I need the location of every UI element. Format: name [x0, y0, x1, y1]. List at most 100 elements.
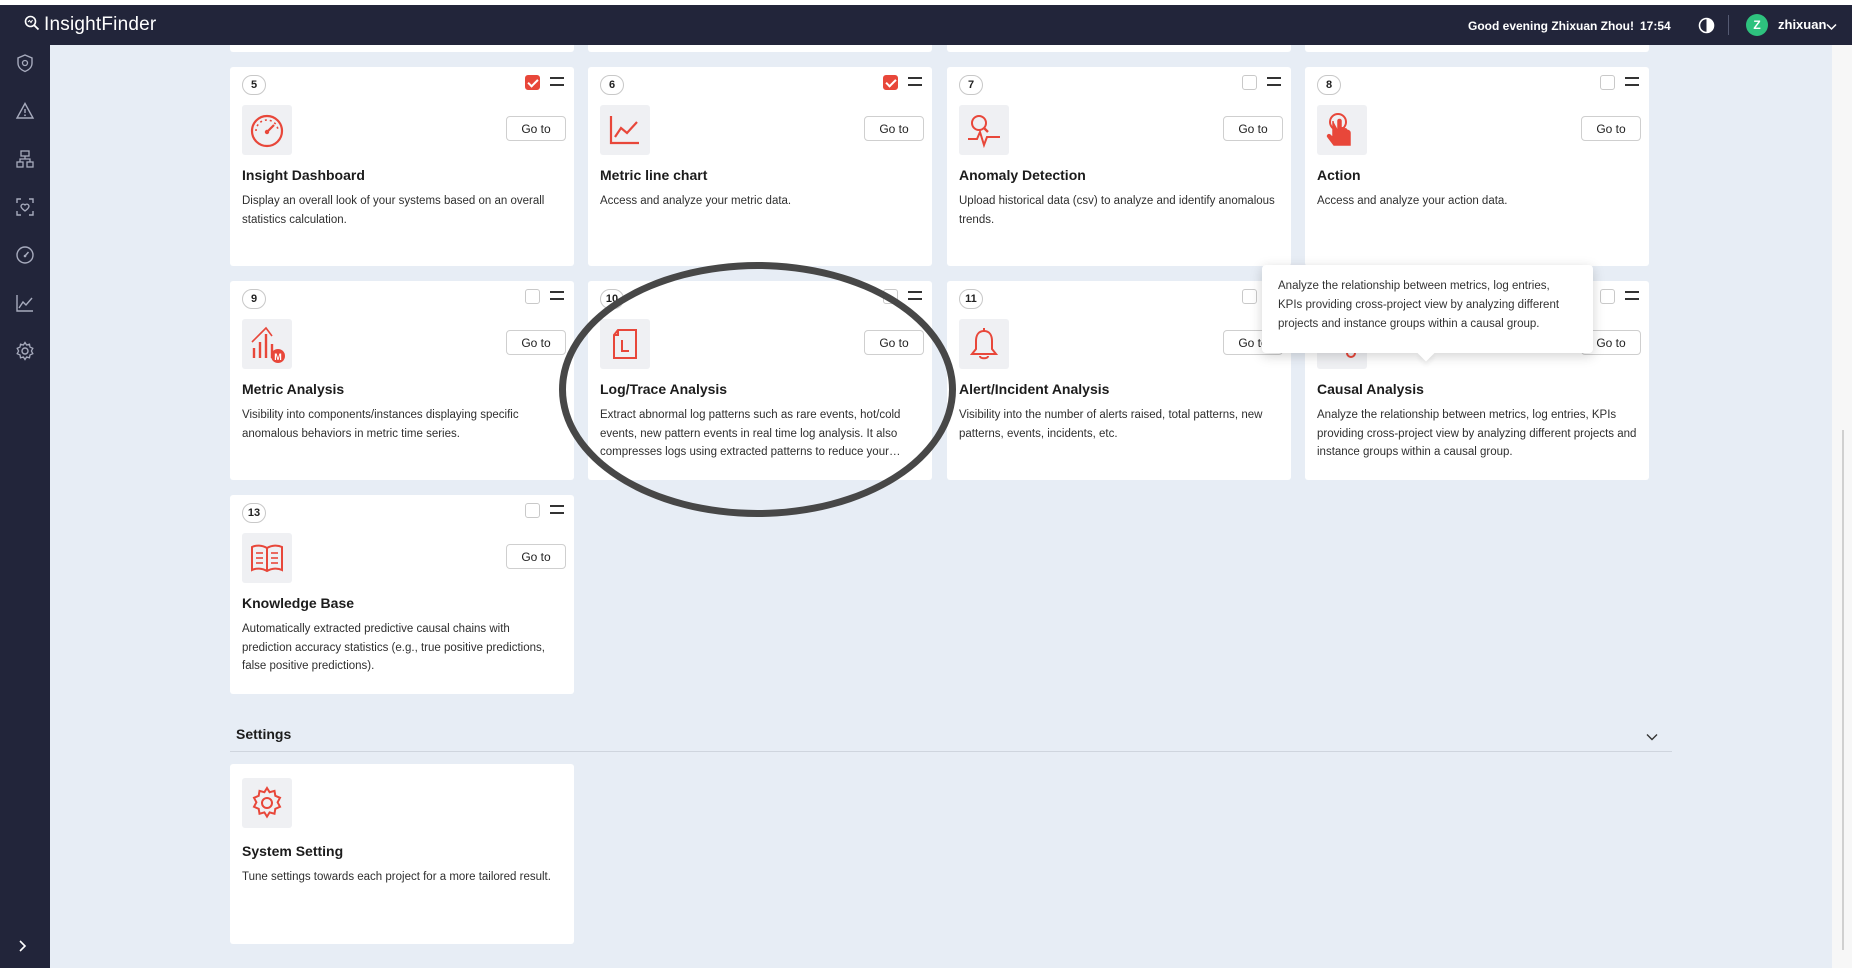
bell-icon: [959, 319, 1009, 369]
logo-search-icon: [24, 15, 40, 36]
gear-icon[interactable]: [15, 341, 35, 361]
card-partial: [230, 45, 574, 52]
warning-icon[interactable]: [15, 101, 35, 121]
card-description: Upload historical data (csv) to analyze …: [959, 195, 1275, 226]
speedometer-icon: [242, 105, 292, 155]
card-description: Analyze the relationship between metrics…: [1317, 409, 1637, 458]
card-system-setting[interactable]: System Setting Tune settings towards eac…: [230, 764, 574, 944]
chevron-down-icon[interactable]: [1646, 728, 1658, 746]
card-title: Metric Analysis: [242, 381, 345, 397]
tap-icon: [1317, 105, 1367, 155]
chevron-down-icon[interactable]: [1826, 18, 1837, 36]
card-title: Alert/Incident Analysis: [959, 381, 1110, 397]
settings-section-title: Settings: [236, 726, 292, 742]
drag-handle-icon[interactable]: [1625, 77, 1639, 86]
goto-button[interactable]: Go to: [1223, 116, 1283, 141]
card-partial: [947, 45, 1291, 52]
card-checkbox[interactable]: [883, 289, 898, 304]
card-log-trace-analysis: 10 Go to Log/Trace Analysis Extract abno…: [588, 281, 932, 480]
card-number: 6: [600, 75, 624, 95]
main-content: 5 Go to Insight Dashboard Display an ove…: [50, 45, 1832, 968]
card-description: Visibility into the number of alerts rai…: [959, 409, 1263, 440]
anomaly-search-icon: [959, 105, 1009, 155]
line-chart-icon: [600, 105, 650, 155]
card-title: Insight Dashboard: [242, 167, 365, 183]
card-checkbox[interactable]: [1242, 75, 1257, 90]
card-number: 13: [242, 503, 266, 523]
card-title: Action: [1317, 167, 1361, 183]
card-title: Metric line chart: [600, 167, 708, 183]
app-logo[interactable]: InsightFinder: [24, 14, 156, 36]
card-title: Causal Analysis: [1317, 381, 1424, 397]
chevron-right-icon[interactable]: [17, 939, 29, 958]
drag-handle-icon[interactable]: [908, 77, 922, 86]
card-description: Access and analyze your action data.: [1317, 195, 1508, 207]
drag-handle-icon[interactable]: [1267, 77, 1281, 86]
drag-handle-icon[interactable]: [550, 291, 564, 300]
line-chart-icon[interactable]: [15, 293, 35, 313]
drag-handle-icon[interactable]: [1625, 291, 1639, 300]
card-title: System Setting: [242, 843, 344, 859]
bar-chart-m-icon: M: [242, 319, 292, 369]
card-description: Visibility into components/instances dis…: [242, 409, 519, 440]
card-checkbox[interactable]: [525, 289, 540, 304]
svg-text:M: M: [274, 352, 282, 362]
user-avatar[interactable]: Z: [1746, 14, 1768, 36]
greeting-text: Good evening Zhixuan Zhou!: [1468, 19, 1634, 33]
card-description: Tune settings towards each project for a…: [242, 871, 551, 883]
card-partial: [588, 45, 932, 52]
card-title: Log/Trace Analysis: [600, 381, 728, 397]
goto-button[interactable]: Go to: [506, 116, 566, 141]
card-checkbox[interactable]: [1242, 289, 1257, 304]
app-name: InsightFinder: [44, 14, 157, 35]
gauge-icon[interactable]: [15, 245, 35, 265]
goto-button[interactable]: Go to: [506, 330, 566, 355]
card-metric-analysis: 9 M Go to Metric Analysis Visibility int…: [230, 281, 574, 480]
card-anomaly-detection: 7 Go to Anomaly Detection Upload histori…: [947, 67, 1291, 266]
drag-handle-icon[interactable]: [550, 77, 564, 86]
card-description: Display an overall look of your systems …: [242, 195, 545, 226]
card-alert-incident-analysis: 11 Go to Alert/Incident Analysis Visibil…: [947, 281, 1291, 480]
hierarchy-icon[interactable]: [15, 149, 35, 169]
card-checkbox[interactable]: [525, 503, 540, 518]
theme-toggle-icon[interactable]: [1698, 17, 1715, 39]
log-file-icon: [600, 319, 650, 369]
card-checkbox[interactable]: [1600, 289, 1615, 304]
card-title: Knowledge Base: [242, 595, 355, 611]
goto-button[interactable]: Go to: [1581, 116, 1641, 141]
goto-button[interactable]: Go to: [864, 330, 924, 355]
card-number: 5: [242, 75, 266, 95]
card-description: Extract abnormal log patterns such as ra…: [600, 409, 901, 458]
card-number: 7: [959, 75, 983, 95]
book-icon: [242, 533, 292, 583]
card-checkbox[interactable]: [525, 75, 540, 90]
card-insight-dashboard: 5 Go to Insight Dashboard Display an ove…: [230, 67, 574, 266]
drag-handle-icon[interactable]: [908, 291, 922, 300]
drag-handle-icon[interactable]: [550, 505, 564, 514]
gear-icon: [242, 778, 292, 828]
scrollbar-thumb[interactable]: [1842, 430, 1844, 950]
header-divider: [1728, 15, 1729, 35]
top-bar: InsightFinder Good evening Zhixuan Zhou!…: [0, 5, 1852, 45]
card-number: 9: [242, 289, 266, 309]
goto-button[interactable]: Go to: [864, 116, 924, 141]
card-title: Anomaly Detection: [959, 167, 1086, 183]
username[interactable]: zhixuan: [1778, 17, 1826, 32]
card-metric-line-chart: 6 Go to Metric line chart Access and ana…: [588, 67, 932, 266]
clock-time: 17:54: [1640, 19, 1671, 33]
card-checkbox[interactable]: [1600, 75, 1615, 90]
scan-icon[interactable]: [15, 197, 35, 217]
section-divider: [230, 751, 1672, 752]
card-partial: [1305, 45, 1649, 52]
card-knowledge-base: 13 Go to Knowledge Base Automatically ex…: [230, 495, 574, 694]
card-number: 10: [600, 289, 624, 309]
card-number: 8: [1317, 75, 1341, 95]
card-description: Automatically extracted predictive causa…: [242, 623, 545, 672]
goto-button[interactable]: Go to: [506, 544, 566, 569]
card-tooltip: Analyze the relationship between metrics…: [1262, 265, 1593, 353]
card-number: 11: [959, 289, 983, 309]
shield-icon[interactable]: [15, 53, 35, 73]
sidebar: [0, 45, 50, 968]
card-description: Access and analyze your metric data.: [600, 195, 792, 207]
card-checkbox[interactable]: [883, 75, 898, 90]
